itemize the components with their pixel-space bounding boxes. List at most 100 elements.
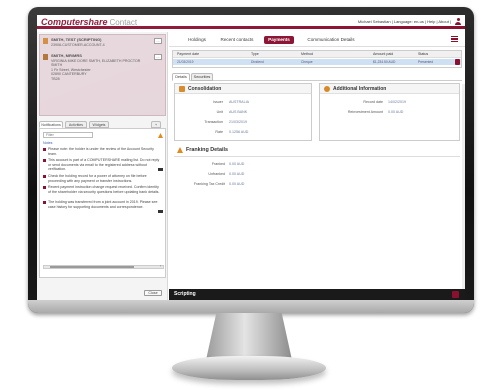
list-item[interactable]: Please note: the holder is under the rev… (48, 147, 161, 156)
brand-name: Computershare (41, 17, 108, 27)
monitor-stand-neck (206, 313, 292, 360)
list-item[interactable]: Recent payment instruction change reques… (48, 185, 161, 194)
tab-payments[interactable]: Payments (264, 36, 294, 44)
main-panel: Holdings Recent contacts Payments Commun… (169, 32, 465, 300)
field-label: Record date (363, 100, 383, 104)
column-header[interactable]: Method (301, 52, 313, 56)
account-line: VIRGINIA MIKE DORE SMITH, ELIZABETH PROC… (51, 58, 141, 63)
note-icon (43, 175, 46, 178)
left-footer: Close (39, 288, 166, 298)
add-tab-button[interactable]: + (151, 121, 161, 128)
notes-link-label[interactable]: Notes (43, 141, 52, 145)
list-item[interactable]: This account is part of a COMPUTERSHARE … (48, 158, 161, 172)
notes-panel: Notes Please note: the holder is under t… (39, 128, 166, 278)
additional-information-card: Additional Information Record date 14/02… (319, 83, 460, 141)
notes-filter-input[interactable] (43, 132, 93, 138)
tab-activities[interactable]: Activities (65, 121, 87, 128)
scroll-right-icon[interactable]: › (160, 263, 161, 268)
table-cell: Dividend (251, 60, 264, 64)
field-label: Franking Tax Credit (193, 182, 225, 186)
expand-icon[interactable] (452, 291, 459, 298)
section-title: Franking Details (186, 147, 228, 153)
column-header[interactable]: Amount paid (373, 52, 393, 56)
field-label: Rate (215, 130, 223, 134)
close-button[interactable]: Close (144, 290, 162, 296)
card-header: Additional Information (320, 84, 459, 94)
warning-icon (158, 133, 163, 138)
note-icon (43, 159, 46, 162)
calendar-icon (179, 86, 185, 92)
warning-icon (177, 147, 183, 153)
monitor-scene: Computershare Contact Michael Sebastian |… (0, 0, 481, 390)
note-icon (43, 148, 46, 151)
table-row[interactable]: 21/03/2019 Dividend Cheque $1,234.50 AUD… (173, 59, 461, 65)
list-item[interactable]: Check the holding record for a power of … (48, 174, 161, 183)
list-item[interactable]: The holding was transferred from a joint… (48, 200, 161, 209)
field-value: 14/02/2019 (388, 100, 406, 104)
tab-recent-contacts[interactable]: Recent contacts (215, 36, 259, 44)
table-cell: Cheque (301, 60, 313, 64)
field-value: AUS BANK (229, 110, 248, 114)
scripting-bar[interactable]: Scripting (169, 289, 465, 300)
tag-icon (158, 168, 163, 171)
tab-widgets[interactable]: Widgets (89, 121, 109, 128)
monitor-chin (28, 300, 474, 313)
tag-icon (158, 210, 163, 213)
card-header: Consolidation (175, 84, 311, 94)
field-value: 0.1256 AUD (229, 130, 249, 134)
field-label: Unit (216, 110, 223, 114)
top-nav: Holdings Recent contacts Payments Commun… (169, 32, 465, 47)
account-icon (43, 54, 48, 60)
field-label: Transaction (204, 120, 223, 124)
divider (174, 156, 460, 157)
caller-line: 23908-CUSTOMER-ACCOUNT-4 (51, 42, 105, 47)
field-label: Unfranked (208, 172, 225, 176)
account-line: TB28 (51, 76, 60, 81)
tab-holdings[interactable]: Holdings (183, 36, 211, 44)
product-name: Contact (109, 18, 138, 27)
field-value: 0.00 AUD (229, 172, 245, 176)
horizontal-scrollbar[interactable] (43, 265, 164, 269)
field-value: AUSTRALIA (229, 100, 249, 104)
field-value: 0.00 AUD (229, 182, 245, 186)
user-links[interactable]: Michael Sebastian | Language: en-us | He… (358, 19, 451, 24)
table-cell: $1,234.50 AUD (373, 60, 396, 64)
tab-securities[interactable]: Securities (191, 73, 213, 81)
caller-menu-button[interactable]: ... (154, 38, 162, 44)
menu-icon[interactable] (451, 36, 458, 42)
card-title: Additional Information (333, 86, 387, 92)
notes-link[interactable]: Notes (43, 141, 156, 146)
column-header[interactable]: Status (418, 52, 428, 56)
field-label: Reinvestment Amount (347, 110, 383, 114)
table-cell: 21/03/2019 (177, 60, 194, 64)
holder-icon (43, 38, 48, 44)
payments-table: Payment date Type Method Amount paid Sta… (172, 50, 462, 68)
vertical-scrollbar[interactable] (462, 84, 465, 300)
table-cell: Presented (418, 60, 434, 64)
scripting-label: Scripting (174, 291, 196, 297)
app-header: Computershare Contact Michael Sebastian |… (37, 15, 465, 29)
tab-communication-details[interactable]: Communication Details (299, 36, 363, 44)
user-icon[interactable] (455, 18, 461, 25)
consolidation-card: Consolidation Issuer AUSTRALIA Unit AUS … (174, 83, 312, 141)
field-label: Franked (211, 162, 225, 166)
column-header[interactable]: Payment date (177, 52, 199, 56)
app-screen: Computershare Contact Michael Sebastian |… (37, 15, 465, 300)
detail-tabs: Details Securities (172, 72, 462, 81)
column-header[interactable]: Type (251, 52, 259, 56)
field-label: Issuer (213, 100, 223, 104)
row-action-button[interactable] (455, 59, 460, 65)
tab-notifications[interactable]: Notifications (39, 121, 63, 128)
monitor-stand-base (172, 356, 326, 380)
account-menu-button[interactable]: ... (154, 54, 162, 60)
info-icon (324, 86, 330, 92)
brand-logo[interactable]: Computershare Contact (41, 17, 137, 27)
table-header: Payment date Type Method Amount paid Sta… (173, 51, 461, 58)
field-value: 0.00 AUD (229, 162, 245, 166)
field-value: 0.00 AUD (388, 110, 404, 114)
tab-details[interactable]: Details (172, 73, 190, 81)
note-icon (43, 186, 46, 189)
caller-box: SMITH, TEST (SCRIPTING) 23908-CUSTOMER-A… (39, 34, 166, 116)
field-value: 21/03/2019 (229, 120, 247, 124)
scrollbar-thumb[interactable] (50, 266, 134, 268)
